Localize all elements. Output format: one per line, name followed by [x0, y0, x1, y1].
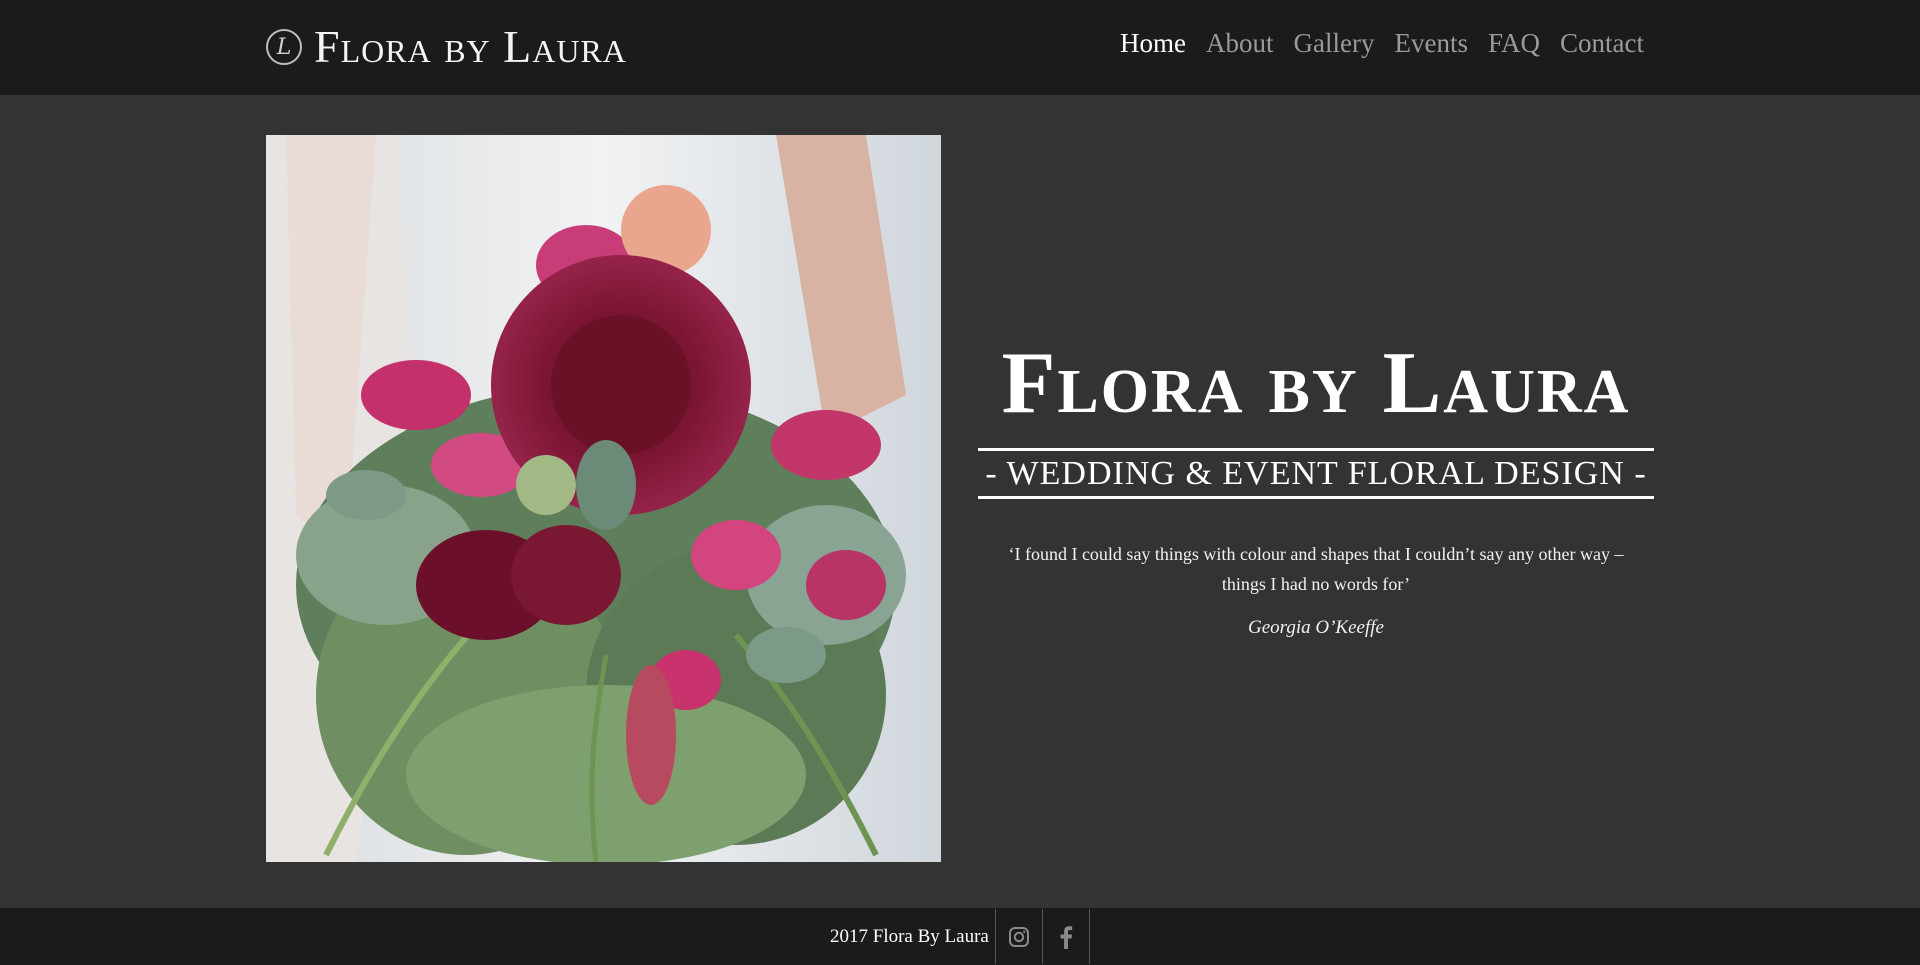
nav-contact[interactable]: Contact [1560, 28, 1644, 59]
footer-content: 2017 Flora By Laura [830, 908, 1090, 965]
instagram-link[interactable] [994, 909, 1042, 964]
hero-section: Flora by Laura - WEDDING & EVENT FLORAL … [978, 340, 1654, 639]
hero-quote: ‘I found I could say things with colour … [1008, 544, 1624, 594]
copyright-text: 2017 Flora By Laura [830, 925, 989, 947]
facebook-icon [1060, 925, 1073, 949]
site-header: L Flora by Laura Home About Gallery Even… [0, 0, 1920, 95]
nav-gallery[interactable]: Gallery [1294, 28, 1375, 59]
quote-author: Georgia O’Keeffe [1248, 617, 1384, 638]
nav-events[interactable]: Events [1395, 28, 1469, 59]
facebook-link[interactable] [1041, 909, 1090, 964]
nav-home[interactable]: Home [1120, 28, 1186, 59]
brand-name: Flora by Laura [314, 21, 627, 72]
nav-about[interactable]: About [1206, 28, 1274, 59]
monogram-logo-icon: L [266, 29, 302, 65]
instagram-icon [1008, 926, 1029, 947]
hero-title: Flora by Laura [1001, 335, 1631, 432]
site-footer: 2017 Flora By Laura [0, 908, 1920, 965]
nav-faq[interactable]: FAQ [1488, 28, 1540, 59]
bouquet-photo [266, 135, 941, 862]
brand-link[interactable]: L Flora by Laura [266, 22, 627, 72]
tagline-box: - WEDDING & EVENT FLORAL DESIGN - [978, 448, 1654, 499]
hero-tagline: - WEDDING & EVENT FLORAL DESIGN - [985, 455, 1647, 492]
main-nav: Home About Gallery Events FAQ Contact [1120, 28, 1644, 59]
